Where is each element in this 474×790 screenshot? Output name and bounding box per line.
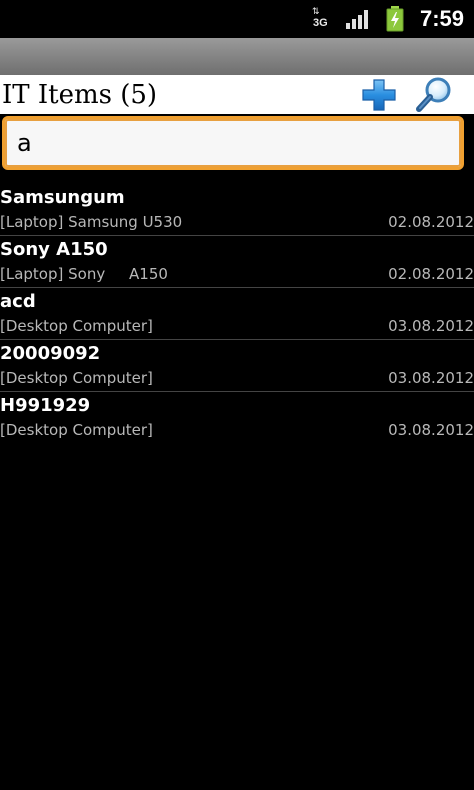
header: IT Items (5) [0,75,474,114]
list-item[interactable]: Sony A150 [Laptop] Sony A150 02.08.2012 [0,236,474,287]
list-item[interactable]: acd [Desktop Computer] 03.08.2012 [0,288,474,339]
item-name: Samsungum [0,187,125,208]
list-item[interactable]: H991929 [Desktop Computer] 03.08.2012 [0,392,474,443]
status-clock: 7:59 [420,6,465,31]
search-input[interactable] [2,116,464,170]
item-list: Samsungum [Laptop] Samsung U530 02.08.20… [0,184,474,443]
list-item[interactable]: Samsungum [Laptop] Samsung U530 02.08.20… [0,184,474,235]
item-name: acd [0,291,36,312]
item-date: 03.08.2012 [388,369,474,387]
item-date: 02.08.2012 [388,265,474,283]
item-description: [Laptop] Sony A150 [0,265,168,283]
signal-strength-icon [346,10,368,29]
item-description: [Desktop Computer] [0,317,153,335]
item-name: H991929 [0,395,91,416]
page-title: IT Items (5) [2,80,158,110]
network-type-label: 3G [313,17,328,29]
item-name: 20009092 [0,343,101,364]
item-date: 03.08.2012 [388,317,474,335]
network-arrows: ⇅ [312,7,320,17]
item-name: Sony A150 [0,239,108,260]
item-description: [Desktop Computer] [0,421,153,439]
item-date: 03.08.2012 [388,421,474,439]
title-bar [0,38,474,75]
search-button[interactable] [414,76,456,114]
item-date: 02.08.2012 [388,213,474,231]
add-item-button[interactable] [360,77,398,113]
battery-charging-icon [386,6,404,32]
list-item[interactable]: 20009092 [Desktop Computer] 03.08.2012 [0,340,474,391]
item-description: [Desktop Computer] [0,369,153,387]
item-description: [Laptop] Samsung U530 [0,213,183,231]
status-bar: ⇅ 3G 7:59 [0,0,474,38]
network-3g-icon: ⇅ 3G [312,8,330,30]
search-container [0,114,474,180]
